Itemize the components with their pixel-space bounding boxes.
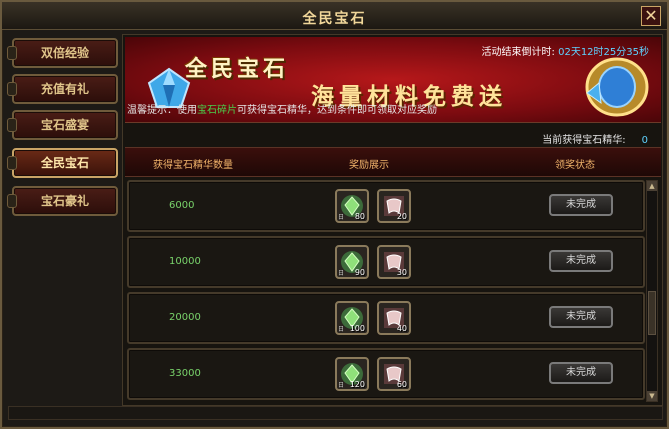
scroll-thumb[interactable] (648, 291, 656, 335)
header-rewards: 奖励展示 (349, 160, 389, 171)
bound-mark: 日 (338, 214, 345, 221)
sidebar-item-gem-gift[interactable]: 宝石豪礼 (7, 186, 118, 216)
bound-mark: 日 (338, 270, 345, 277)
event-window: 全民宝石 ✕ 双倍经验 充值有礼 宝石盛宴 全民宝石 宝石豪礼 全民宝石 海量材… (0, 0, 669, 429)
row-amount: 33000 (169, 368, 201, 379)
header-amount: 获得宝石精华数量 (153, 160, 233, 171)
content-panel: 全民宝石 海量材料免费送 活动结束倒计时: 02天12时25分35秒 温馨提示：… (122, 34, 663, 406)
table-header: 获得宝石精华数量 奖励展示 领奖状态 (125, 147, 661, 177)
reward-count: 80 (354, 212, 365, 221)
reward-count: 60 (396, 380, 407, 389)
tip-prefix: 温馨提示：使用 (127, 105, 197, 116)
banner-title: 全民宝石 (185, 56, 290, 82)
sidebar-item-all-gems[interactable]: 全民宝石 (7, 148, 118, 178)
bound-mark: 日 (338, 326, 345, 333)
tip-suffix: 可获得宝石精华，达到条件即可领取对应奖励 (237, 105, 437, 116)
bound-mark: 日 (338, 382, 345, 389)
tip-highlight: 宝石碎片 (197, 105, 237, 116)
row-amount: 20000 (169, 312, 201, 323)
sidebar: 双倍经验 充值有礼 宝石盛宴 全民宝石 宝石豪礼 (7, 34, 120, 404)
reward-item[interactable]: 日 90 (335, 245, 369, 279)
reward-item[interactable]: 20 (377, 189, 411, 223)
reward-item[interactable]: 40 (377, 301, 411, 335)
tab-knob-icon (7, 156, 17, 170)
tab-knob-icon (7, 46, 17, 60)
table-row: 6000 日 80 20 未完成 (127, 180, 645, 232)
gem-amulet-icon (585, 57, 649, 117)
progress-label: 当前获得宝石精华: (542, 135, 626, 146)
reward-count: 40 (396, 324, 407, 333)
reward-item[interactable]: 日 120 (335, 357, 369, 391)
reward-count: 90 (354, 268, 365, 277)
progress-readout: 当前获得宝石精华: 0 (542, 131, 648, 146)
sidebar-item-label: 全民宝石 (40, 156, 89, 170)
tab-knob-icon (7, 82, 17, 96)
sidebar-item-recharge-gift[interactable]: 充值有礼 (7, 74, 118, 104)
reward-item[interactable]: 日 80 (335, 189, 369, 223)
sidebar-item-label: 宝石盛宴 (40, 118, 89, 132)
table-row: 10000 日 90 30 未完成 (127, 236, 645, 288)
countdown-value: 02天12时25分35秒 (558, 47, 649, 58)
scroll-down-icon[interactable]: ▼ (647, 391, 657, 401)
reward-list[interactable]: 6000 日 80 20 未完成 10000 日 90 30 未完成 20000… (127, 180, 645, 402)
reward-count: 100 (349, 324, 365, 333)
tab-knob-icon (7, 118, 17, 132)
tab-knob-icon (7, 194, 17, 208)
countdown: 活动结束倒计时: 02天12时25分35秒 (482, 43, 649, 58)
table-row: 33000 日 120 60 未完成 (127, 348, 645, 400)
tip-text: 温馨提示：使用宝石碎片可获得宝石精华，达到条件即可领取对应奖励 (127, 101, 437, 116)
title-bar[interactable]: 全民宝石 ✕ (2, 2, 667, 30)
close-button[interactable]: ✕ (641, 6, 661, 26)
sidebar-item-label: 双倍经验 (40, 46, 89, 60)
bottom-bar (8, 406, 663, 420)
claim-status-button[interactable]: 未完成 (549, 362, 613, 384)
scrollbar[interactable]: ▲ ▼ (646, 180, 658, 402)
reward-count: 30 (396, 268, 407, 277)
scroll-up-icon[interactable]: ▲ (647, 181, 657, 191)
reward-count: 20 (396, 212, 407, 221)
claim-status-button[interactable]: 未完成 (549, 250, 613, 272)
event-banner: 全民宝石 海量材料免费送 活动结束倒计时: 02天12时25分35秒 温馨提示：… (125, 37, 661, 123)
window-title: 全民宝石 (302, 11, 367, 27)
row-amount: 10000 (169, 256, 201, 267)
reward-item[interactable]: 30 (377, 245, 411, 279)
sidebar-item-gem-feast[interactable]: 宝石盛宴 (7, 110, 118, 140)
table-row: 20000 日 100 40 未完成 (127, 292, 645, 344)
reward-item[interactable]: 日 100 (335, 301, 369, 335)
row-amount: 6000 (169, 200, 195, 211)
reward-count: 120 (349, 380, 365, 389)
header-status: 领奖状态 (555, 160, 595, 171)
claim-status-button[interactable]: 未完成 (549, 194, 613, 216)
reward-item[interactable]: 60 (377, 357, 411, 391)
countdown-label: 活动结束倒计时: (481, 47, 559, 58)
progress-value: 0 (641, 135, 648, 146)
sidebar-item-label: 充值有礼 (40, 82, 89, 96)
claim-status-button[interactable]: 未完成 (549, 306, 613, 328)
sidebar-item-label: 宝石豪礼 (40, 194, 89, 208)
sidebar-item-double-exp[interactable]: 双倍经验 (7, 38, 118, 68)
